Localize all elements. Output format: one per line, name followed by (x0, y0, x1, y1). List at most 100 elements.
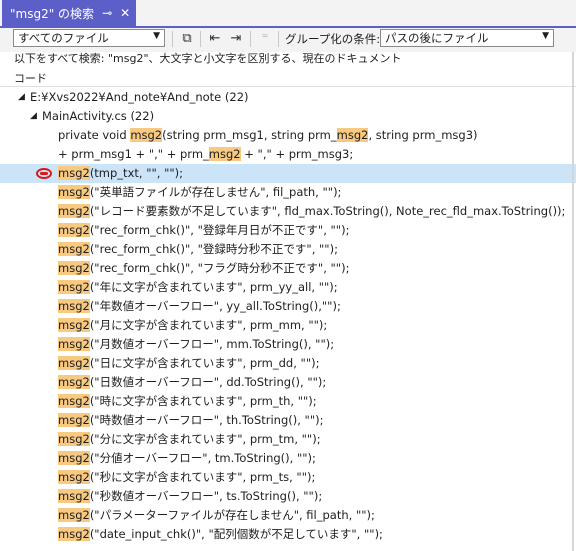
code-text: ("英単語ファイルが存在しません", fil_path, ""); (89, 185, 342, 199)
tree-node-file[interactable]: ◢ MainActivity.cs (22) (0, 107, 576, 126)
code-text: ("月に文字が含まれています", prm_mm, ""); (89, 318, 328, 332)
match-highlight: msg2 (58, 470, 90, 484)
code-text: ("rec_form_chk()", "フラグ時分秒不正です", ""); (89, 261, 350, 275)
result-row[interactable]: msg2("秒数値オーバーフロー", ts.ToString(), ""); (0, 487, 576, 506)
result-row[interactable]: private void msg2(string prm_msg1, strin… (0, 126, 576, 145)
match-highlight: msg2 (58, 318, 90, 332)
match-highlight: msg2 (58, 508, 90, 522)
match-highlight: msg2 (58, 489, 90, 503)
result-code: private void msg2(string prm_msg1, strin… (58, 126, 478, 145)
match-highlight: msg2 (58, 261, 90, 275)
result-row[interactable]: msg2("分値オーバーフロー", tm.ToString(), ""); (0, 449, 576, 468)
result-row[interactable]: msg2("rec_form_chk()", "フラグ時分秒不正です", "")… (0, 259, 576, 278)
pin-icon[interactable]: ⊸ (102, 7, 112, 19)
result-code: msg2("レコード要素数が不足しています", fld_max.ToString… (58, 202, 565, 221)
match-highlight: msg2 (58, 432, 90, 446)
result-code: msg2("分値オーバーフロー", tm.ToString(), ""); (58, 449, 316, 468)
match-highlight: msg2 (336, 128, 369, 142)
match-highlight: msg2 (208, 147, 241, 161)
copy-icon[interactable]: ⧉ (179, 31, 195, 47)
result-code: msg2("年に文字が含まれています", prm_yy_all, ""); (58, 278, 338, 297)
match-highlight: msg2 (58, 185, 90, 199)
expand-triangle-icon[interactable]: ◢ (18, 88, 25, 107)
match-highlight: msg2 (58, 337, 90, 351)
match-highlight: msg2 (58, 242, 90, 256)
match-highlight: msg2 (58, 280, 90, 294)
tab-find-results[interactable]: "msg2" の検索 ⊸ ✕ (2, 0, 137, 26)
result-row[interactable]: msg2("date_input_chk()", "配列個数が不足しています",… (0, 525, 576, 544)
result-code: msg2("rec_form_chk()", "フラグ時分秒不正です", "")… (58, 259, 349, 278)
result-row[interactable]: msg2("年に文字が含まれています", prm_yy_all, ""); (0, 278, 576, 297)
code-text: ("rec_form_chk()", "登録時分秒不正です", ""); (89, 242, 338, 256)
result-code: + prm_msg1 + "," + prm_msg2 + "," + prm_… (58, 145, 353, 164)
code-text: ("時に文字が含まれています", prm_th, ""); (89, 394, 317, 408)
code-text: (string prm_msg1, string prm_ (162, 128, 337, 142)
tab-strip: "msg2" の検索 ⊸ ✕ (0, 0, 576, 28)
code-text: ("日数値オーバーフロー", dd.ToString(), ""); (89, 375, 327, 389)
clear-filter-icon[interactable]: ⁼ (257, 31, 273, 47)
breakpoint-marker-icon (36, 168, 52, 179)
column-header-code[interactable]: コード (14, 70, 47, 86)
toolbar-separator (250, 31, 251, 47)
result-row[interactable]: msg2("日に文字が含まれています", prm_dd, ""); (0, 354, 576, 373)
toolbar-separator (172, 31, 173, 47)
code-text: (tmp_txt, "", ""); (89, 166, 184, 180)
match-highlight: msg2 (58, 223, 90, 237)
scroll-edge (572, 52, 574, 551)
result-code: msg2("英単語ファイルが存在しません", fil_path, ""); (58, 183, 341, 202)
code-text: ("分値オーバーフロー", tm.ToString(), ""); (89, 451, 316, 465)
code-text: , string prm_msg3) (368, 128, 478, 142)
result-row[interactable]: msg2("rec_form_chk()", "登録年月日が不正です", "")… (0, 221, 576, 240)
close-icon[interactable]: ✕ (120, 7, 130, 19)
match-highlight: msg2 (58, 394, 90, 408)
result-row[interactable]: msg2("秒に文字が含まれています", prm_ts, ""); (0, 468, 576, 487)
next-result-icon[interactable]: ⇥ (228, 31, 244, 47)
code-text: ("年に文字が含まれています", prm_yy_all, ""); (89, 280, 338, 294)
code-text: ("rec_form_chk()", "登録年月日が不正です", ""); (89, 223, 350, 237)
match-highlight: msg2 (58, 413, 90, 427)
code-text: ("年数値オーバーフロー", yy_all.ToString(),""); (89, 299, 341, 313)
previous-result-icon[interactable]: ⇤ (207, 31, 223, 47)
result-code: msg2("パラメーターファイルが存在しません", fil_path, ""); (58, 506, 375, 525)
toolbar-separator (200, 31, 201, 47)
result-code: msg2("年数値オーバーフロー", yy_all.ToString(),"")… (58, 297, 341, 316)
result-row[interactable]: msg2("英単語ファイルが存在しません", fil_path, ""); (0, 183, 576, 202)
result-code: msg2("date_input_chk()", "配列個数が不足しています",… (58, 525, 383, 544)
result-code: msg2("日数値オーバーフロー", dd.ToString(), ""); (58, 373, 326, 392)
tree-node-path[interactable]: ◢ E:¥Xvs2022¥And_note¥And_note (22) (0, 88, 576, 107)
code-text: ("分に文字が含まれています", prm_tm, ""); (89, 432, 321, 446)
match-highlight: msg2 (130, 128, 163, 142)
match-highlight: msg2 (58, 375, 90, 389)
result-row[interactable]: + prm_msg1 + "," + prm_msg2 + "," + prm_… (0, 145, 576, 164)
code-text: ("パラメーターファイルが存在しません", fil_path, ""); (89, 508, 375, 522)
result-code: msg2("時に文字が含まれています", prm_th, ""); (58, 392, 317, 411)
result-row[interactable]: msg2("rec_form_chk()", "登録時分秒不正です", ""); (0, 240, 576, 259)
result-row[interactable]: msg2("時数値オーバーフロー", th.ToString(), ""); (0, 411, 576, 430)
code-text: + prm_msg1 + "," + prm_ (58, 147, 209, 161)
result-row[interactable]: msg2("レコード要素数が不足しています", fld_max.ToString… (0, 202, 576, 221)
result-row[interactable]: msg2(tmp_txt, "", ""); (0, 164, 576, 183)
result-code: msg2("時数値オーバーフロー", th.ToString(), ""); (58, 411, 324, 430)
result-row[interactable]: msg2("年数値オーバーフロー", yy_all.ToString(),"")… (0, 297, 576, 316)
group-by-label: グループ化の条件: (285, 32, 381, 46)
result-code: msg2("rec_form_chk()", "登録年月日が不正です", "")… (58, 221, 349, 240)
code-text: ("date_input_chk()", "配列個数が不足しています", "")… (89, 527, 383, 541)
result-row[interactable]: msg2("分に文字が含まれています", prm_tm, ""); (0, 430, 576, 449)
expand-triangle-icon[interactable]: ◢ (30, 107, 37, 126)
match-highlight: msg2 (58, 166, 90, 180)
tab-title: "msg2" の検索 (10, 6, 95, 21)
result-row[interactable]: msg2("日数値オーバーフロー", dd.ToString(), ""); (0, 373, 576, 392)
result-row[interactable]: msg2("パラメーターファイルが存在しません", fil_path, ""); (0, 506, 576, 525)
result-row[interactable]: msg2("月数値オーバーフロー", mm.ToString(), ""); (0, 335, 576, 354)
scope-select[interactable]: すべてのファイル ▼ (13, 29, 165, 47)
result-row[interactable]: msg2("月に文字が含まれています", prm_mm, ""); (0, 316, 576, 335)
code-text: ("秒数値オーバーフロー", ts.ToString(), ""); (89, 489, 323, 503)
group-by-select[interactable]: パスの後にファイル ▼ (380, 29, 554, 47)
code-text: + "," + prm_msg3; (240, 147, 354, 161)
match-highlight: msg2 (58, 299, 90, 313)
match-highlight: msg2 (58, 527, 90, 541)
match-highlight: msg2 (58, 356, 90, 370)
code-text: ("時数値オーバーフロー", th.ToString(), ""); (89, 413, 324, 427)
result-row[interactable]: msg2("時に文字が含まれています", prm_th, ""); (0, 392, 576, 411)
code-text: ("月数値オーバーフロー", mm.ToString(), ""); (89, 337, 335, 351)
